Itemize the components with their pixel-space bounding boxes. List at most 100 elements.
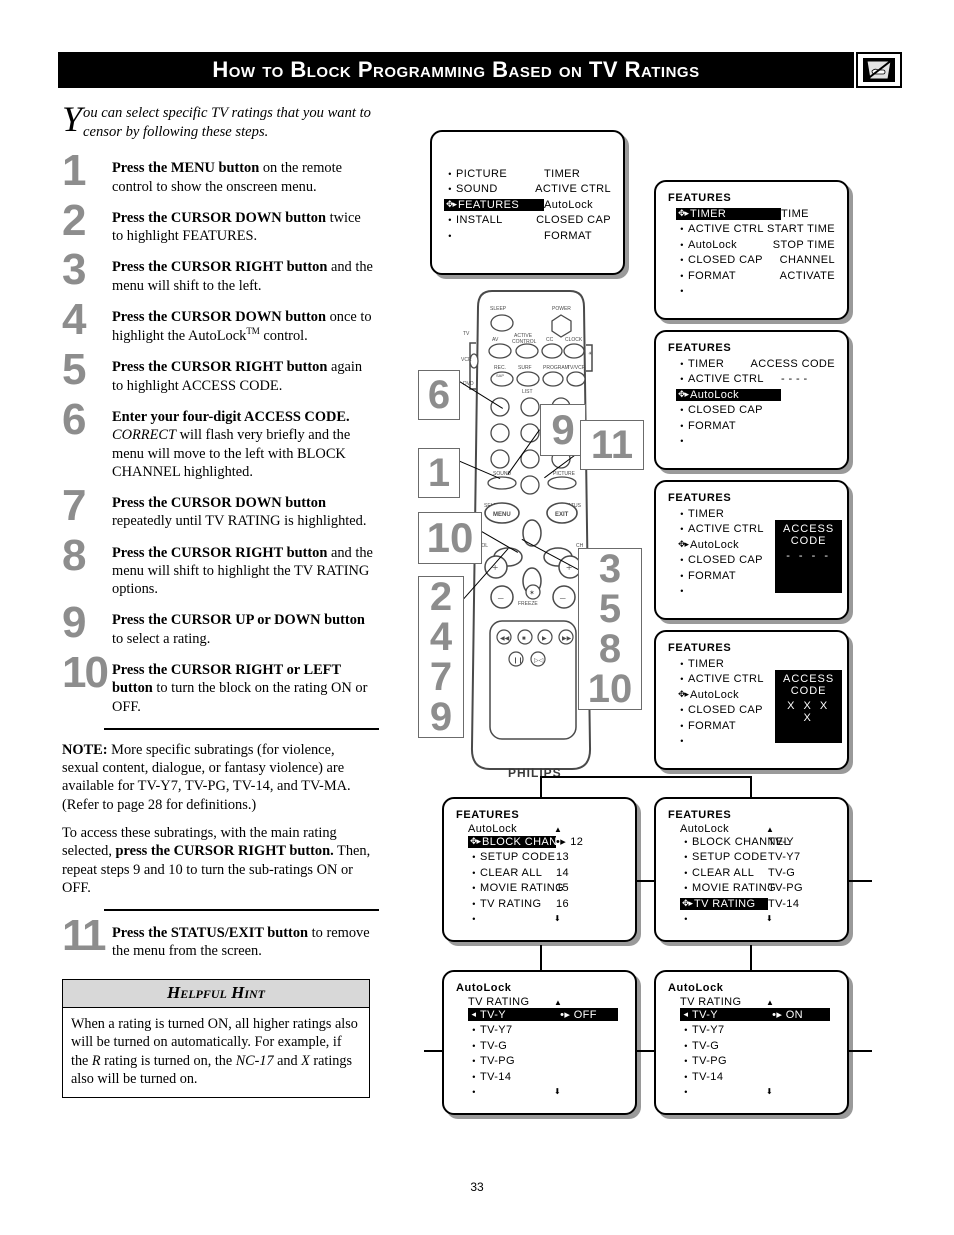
osd-item-tv-y7[interactable]: • TV-Y7: [680, 1024, 740, 1036]
osd-item-format[interactable]: • FORMAT: [676, 420, 781, 432]
osd-item-empty[interactable]: •: [676, 586, 771, 596]
osd-item-format[interactable]: • FORMAT: [676, 570, 771, 582]
osd-item-empty[interactable]: •: [680, 1087, 740, 1097]
osd-menu-row[interactable]: • FORMAT ACTIVATE: [676, 268, 835, 284]
osd-item-timer[interactable]: • TIMER: [676, 658, 771, 670]
osd-item-tv-pg[interactable]: • TV-PG: [680, 1055, 740, 1067]
osd-item-closed-cap[interactable]: • CLOSED CAP: [676, 554, 771, 566]
osd-item-tv-y7[interactable]: • TV-Y7: [468, 1024, 528, 1036]
osd-menu-row[interactable]: • BLOCK CHANNEL TV-Y: [680, 834, 835, 850]
osd-menu-row[interactable]: •: [676, 584, 771, 600]
osd-item-format[interactable]: • FORMAT: [676, 270, 780, 282]
osd-menu-row[interactable]: • SETUP CODE 13: [468, 850, 623, 866]
osd-item-empty[interactable]: •: [676, 286, 781, 296]
osd-menu-row[interactable]: •: [676, 734, 771, 750]
osd-menu-row[interactable]: • ACTIVE CTRL: [676, 522, 771, 538]
osd-menu-row[interactable]: • ACTIVE CTRL - - - -: [676, 372, 835, 388]
osd-menu-row[interactable]: •: [676, 434, 835, 450]
osd-item-format[interactable]: • FORMAT: [676, 720, 771, 732]
osd-item-clear-all[interactable]: • CLEAR ALL: [468, 867, 556, 879]
osd-menu-row[interactable]: •: [676, 284, 835, 300]
osd-menu-row[interactable]: ◂ TV-Y •▸ OFF: [468, 1007, 623, 1023]
osd-menu-row[interactable]: ✥▸ TIMER TIME: [676, 206, 835, 222]
osd-menu-row[interactable]: • FORMAT: [676, 568, 771, 584]
osd-item-movie-rating[interactable]: • MOVIE RATING: [680, 882, 775, 894]
osd-item-tv-g[interactable]: • TV-G: [680, 1040, 740, 1052]
osd-menu-row[interactable]: • SETUP CODE TV-Y7: [680, 850, 835, 866]
osd-menu-row[interactable]: • FORMAT: [676, 718, 771, 734]
osd-item-movie-rating[interactable]: • MOVIE RATING: [468, 882, 563, 894]
osd-item-features[interactable]: ✥▸ FEATURES: [444, 198, 544, 211]
osd-item-closed-cap[interactable]: • CLOSED CAP: [676, 254, 780, 266]
osd-menu-row[interactable]: • CLOSED CAP: [676, 703, 771, 719]
osd-item-autolock[interactable]: ✥▸ AutoLock: [676, 388, 781, 401]
osd-item-tv-y[interactable]: ◂ TV-Y •▸ OFF: [468, 1008, 618, 1022]
osd-menu-row[interactable]: ✥▸ TV RATING TV-14: [680, 896, 835, 912]
osd-item-tv-rating[interactable]: ✥▸ TV RATING: [680, 897, 768, 910]
osd-item-empty[interactable]: •: [676, 736, 771, 746]
osd-menu-row[interactable]: • CLOSED CAP: [676, 553, 771, 569]
osd-item-timer[interactable]: • TIMER: [676, 358, 751, 370]
osd-item-setup-code[interactable]: • SETUP CODE: [468, 851, 556, 863]
osd-item-tv-rating[interactable]: • TV RATING: [468, 898, 556, 910]
osd-menu-row[interactable]: • MOVIE RATING 15: [468, 881, 623, 897]
osd-menu-row[interactable]: • TV-Y7: [468, 1023, 623, 1039]
osd-item-active-ctrl[interactable]: • ACTIVE CTRL: [676, 673, 771, 685]
osd-item-empty[interactable]: •: [444, 231, 544, 241]
osd-item-autolock[interactable]: • AutoLock: [676, 239, 773, 251]
osd-item-autolock[interactable]: ✥▸ AutoLock: [676, 539, 771, 551]
osd-menu-row[interactable]: • TIMER: [676, 506, 771, 522]
osd-menu-row[interactable]: • TV-14: [468, 1069, 623, 1085]
osd-menu-row[interactable]: • TV-PG: [680, 1054, 835, 1070]
osd-item-empty[interactable]: •: [676, 436, 781, 446]
osd-menu-row[interactable]: • TIMER ACCESS CODE: [676, 356, 835, 372]
osd-menu-row[interactable]: • ACTIVE CTRL START TIME: [676, 222, 835, 238]
osd-menu-row[interactable]: • TV-G: [468, 1038, 623, 1054]
osd-item-empty[interactable]: •: [680, 914, 768, 924]
osd-menu-row[interactable]: ✥▸ BLOCK CHANNEL •▸ 12: [468, 834, 623, 850]
osd-menu-row[interactable]: • FORMAT: [444, 228, 611, 244]
osd-menu-row[interactable]: ✥▸ AutoLock: [676, 387, 835, 403]
osd-item-active-ctrl[interactable]: • ACTIVE CTRL: [676, 223, 767, 235]
osd-menu-row[interactable]: • TV-14: [680, 1069, 835, 1085]
osd-item-tv-y[interactable]: ◂ TV-Y •▸ ON: [680, 1008, 830, 1022]
osd-item-clear-all[interactable]: • CLEAR ALL: [680, 867, 768, 879]
osd-item-autolock[interactable]: ✥▸ AutoLock: [676, 689, 771, 701]
osd-menu-row[interactable]: • TV-PG: [468, 1054, 623, 1070]
osd-menu-row[interactable]: • FORMAT: [676, 418, 835, 434]
osd-item-setup-code[interactable]: • SETUP CODE: [680, 851, 768, 863]
osd-item-timer[interactable]: • TIMER: [676, 508, 771, 520]
osd-item-timer[interactable]: ✥▸ TIMER: [676, 207, 781, 220]
osd-item-sound[interactable]: • SOUND: [444, 183, 535, 195]
osd-menu-row[interactable]: ✥▸ AutoLock: [676, 687, 771, 703]
osd-item-tv-14[interactable]: • TV-14: [680, 1071, 740, 1083]
osd-menu-row[interactable]: • TV RATING 16: [468, 896, 623, 912]
osd-item-tv-g[interactable]: • TV-G: [468, 1040, 528, 1052]
osd-menu-row[interactable]: • AutoLock STOP TIME: [676, 237, 835, 253]
osd-item-block-channel[interactable]: • BLOCK CHANNEL: [680, 836, 790, 848]
osd-menu-row[interactable]: ✥▸ AutoLock: [676, 537, 771, 553]
osd-menu-row[interactable]: • MOVIE RATING TV-PG: [680, 881, 835, 897]
osd-item-empty[interactable]: •: [468, 1087, 528, 1097]
osd-menu-row[interactable]: • TV-Y7: [680, 1023, 835, 1039]
osd-menu-row[interactable]: • INSTALL CLOSED CAP: [444, 213, 611, 229]
osd-menu-row[interactable]: ◂ TV-Y •▸ ON: [680, 1007, 835, 1023]
osd-menu-row[interactable]: • SOUND ACTIVE CTRL: [444, 182, 611, 198]
osd-menu-row[interactable]: • CLOSED CAP CHANNEL: [676, 253, 835, 269]
osd-item-closed-cap[interactable]: • CLOSED CAP: [676, 404, 781, 416]
osd-item-block-channel[interactable]: ✥▸ BLOCK CHANNEL: [468, 835, 580, 848]
osd-menu-row[interactable]: • CLEAR ALL 14: [468, 865, 623, 881]
osd-item-active-ctrl[interactable]: • ACTIVE CTRL: [676, 373, 781, 385]
osd-item-tv-14[interactable]: • TV-14: [468, 1071, 528, 1083]
osd-menu-row[interactable]: • PICTURE TIMER: [444, 166, 611, 182]
osd-menu-row[interactable]: • ACTIVE CTRL: [676, 672, 771, 688]
osd-item-empty[interactable]: •: [468, 914, 556, 924]
osd-item-tv-pg[interactable]: • TV-PG: [468, 1055, 528, 1067]
osd-item-install[interactable]: • INSTALL: [444, 214, 536, 226]
osd-menu-row[interactable]: ✥▸ FEATURES AutoLock: [444, 197, 611, 213]
osd-item-active-ctrl[interactable]: • ACTIVE CTRL: [676, 523, 771, 535]
osd-item-picture[interactable]: • PICTURE: [444, 168, 544, 180]
osd-item-closed-cap[interactable]: • CLOSED CAP: [676, 704, 771, 716]
osd-menu-row[interactable]: • CLEAR ALL TV-G: [680, 865, 835, 881]
osd-menu-row[interactable]: • TV-G: [680, 1038, 835, 1054]
